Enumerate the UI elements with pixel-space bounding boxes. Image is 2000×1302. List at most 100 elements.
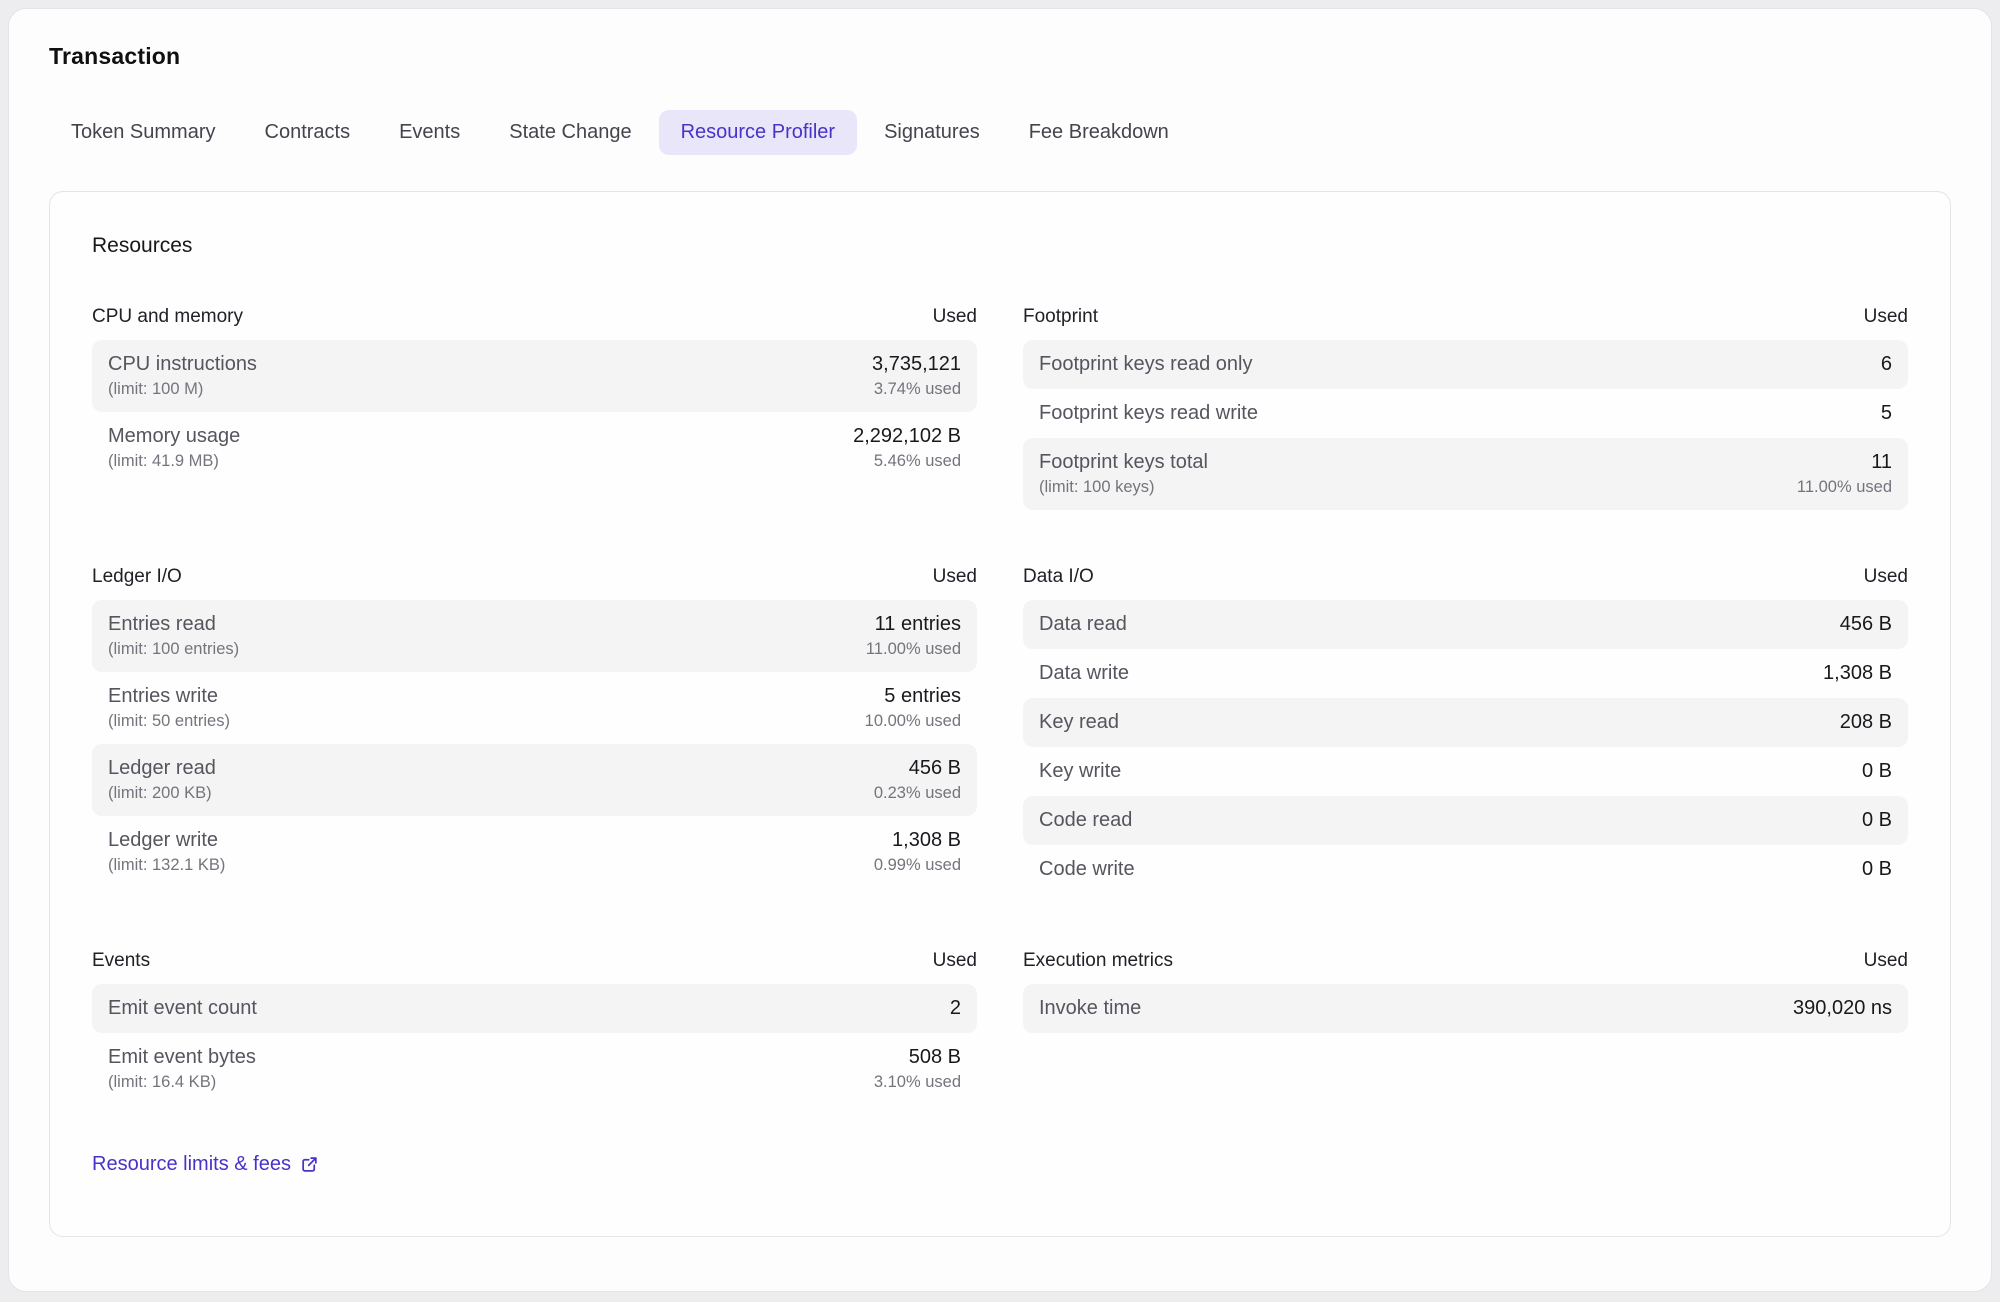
used-column-label: Used <box>933 948 977 974</box>
section-rows: Data read 456 B Data write 1,308 B Key r… <box>1023 600 1908 894</box>
resource-label: Data write <box>1039 660 1129 687</box>
used-column-label: Used <box>1864 564 1908 590</box>
resource-value: 456 B <box>1840 611 1892 638</box>
tab-bar: Token Summary Contracts Events State Cha… <box>49 110 1951 155</box>
table-row: Entries read (limit: 100 entries) 11 ent… <box>92 600 977 672</box>
row-left: Entries write (limit: 50 entries) <box>108 683 230 733</box>
resource-value: 456 B <box>874 755 961 782</box>
row-right: 2,292,102 B 5.46% used <box>853 423 961 473</box>
external-link-icon <box>300 1155 319 1174</box>
resource-label: Key read <box>1039 709 1119 736</box>
row-left: Ledger write (limit: 132.1 KB) <box>108 827 225 877</box>
resource-value: 0 B <box>1862 856 1892 883</box>
resource-label: Invoke time <box>1039 995 1141 1022</box>
resource-label: Entries read <box>108 611 239 638</box>
resources-card: Resources CPU and memory Used CPU instru… <box>49 191 1951 1237</box>
table-row: Footprint keys read write 5 <box>1023 389 1908 438</box>
row-right: 11 11.00% used <box>1797 449 1892 499</box>
table-row: Entries write (limit: 50 entries) 5 entr… <box>92 672 977 744</box>
tab-state-change[interactable]: State Change <box>487 110 653 155</box>
tab-events[interactable]: Events <box>377 110 482 155</box>
section-rows: Emit event count 2 Emit event bytes (lim… <box>92 984 977 1105</box>
resource-label: Footprint keys read only <box>1039 351 1252 378</box>
transaction-panel: Transaction Token Summary Contracts Even… <box>8 8 1992 1292</box>
resource-label: Emit event count <box>108 995 257 1022</box>
resource-limits-fees-link[interactable]: Resource limits & fees <box>92 1153 319 1176</box>
resource-percent-used: 10.00% used <box>865 710 961 733</box>
section-name: Footprint <box>1023 304 1098 330</box>
resource-label: Ledger read <box>108 755 216 782</box>
section-name: Events <box>92 948 150 974</box>
tab-resource-profiler[interactable]: Resource Profiler <box>659 110 858 155</box>
resources-heading: Resources <box>92 234 1908 258</box>
used-column-label: Used <box>933 304 977 330</box>
row-right: 5 entries 10.00% used <box>865 683 961 733</box>
table-row: Data write 1,308 B <box>1023 649 1908 698</box>
table-row: Footprint keys read only 6 <box>1023 340 1908 389</box>
resource-percent-used: 0.99% used <box>874 854 961 877</box>
section-header: Ledger I/O Used <box>92 564 977 590</box>
table-row: Invoke time 390,020 ns <box>1023 984 1908 1033</box>
resource-label: Data read <box>1039 611 1127 638</box>
resource-limits-link-row: Resource limits & fees <box>92 1153 1908 1176</box>
resource-value: 5 entries <box>865 683 961 710</box>
resource-label: Footprint keys read write <box>1039 400 1258 427</box>
table-row: Ledger read (limit: 200 KB) 456 B 0.23% … <box>92 744 977 816</box>
resource-value: 11 entries <box>866 611 961 638</box>
section-name: Ledger I/O <box>92 564 182 590</box>
row-left: Ledger read (limit: 200 KB) <box>108 755 216 805</box>
section-name: Data I/O <box>1023 564 1094 590</box>
resource-limit: (limit: 41.9 MB) <box>108 450 240 473</box>
resource-value: 0 B <box>1862 758 1892 785</box>
resource-label: Emit event bytes <box>108 1044 256 1071</box>
resource-value: 1,308 B <box>874 827 961 854</box>
resource-label: Entries write <box>108 683 230 710</box>
tab-signatures[interactable]: Signatures <box>862 110 1002 155</box>
resource-limit: (limit: 100 M) <box>108 378 257 401</box>
section-ledger-io: Ledger I/O Used Entries read (limit: 100… <box>92 564 977 894</box>
resource-percent-used: 5.46% used <box>853 450 961 473</box>
section-execution-metrics: Execution metrics Used Invoke time 390,0… <box>1023 948 1908 1105</box>
section-header: Data I/O Used <box>1023 564 1908 590</box>
row-left: Memory usage (limit: 41.9 MB) <box>108 423 240 473</box>
resource-value: 390,020 ns <box>1793 995 1892 1022</box>
resource-percent-used: 11.00% used <box>866 638 961 661</box>
resource-label: CPU instructions <box>108 351 257 378</box>
resource-limit: (limit: 100 keys) <box>1039 476 1208 499</box>
resource-value: 6 <box>1881 351 1892 378</box>
tab-fee-breakdown[interactable]: Fee Breakdown <box>1007 110 1191 155</box>
section-rows: Invoke time 390,020 ns <box>1023 984 1908 1033</box>
resources-grid: CPU and memory Used CPU instructions (li… <box>92 304 1908 1105</box>
section-events: Events Used Emit event count 2 Emit even… <box>92 948 977 1105</box>
table-row: Emit event bytes (limit: 16.4 KB) 508 B … <box>92 1033 977 1105</box>
resource-label: Code write <box>1039 856 1135 883</box>
section-header: CPU and memory Used <box>92 304 977 330</box>
row-left: Emit event bytes (limit: 16.4 KB) <box>108 1044 256 1094</box>
table-row: Key read 208 B <box>1023 698 1908 747</box>
resource-percent-used: 11.00% used <box>1797 476 1892 499</box>
tab-token-summary[interactable]: Token Summary <box>49 110 238 155</box>
section-cpu-and-memory: CPU and memory Used CPU instructions (li… <box>92 304 977 510</box>
section-rows: Footprint keys read only 6 Footprint key… <box>1023 340 1908 510</box>
section-header: Events Used <box>92 948 977 974</box>
resource-value: 5 <box>1881 400 1892 427</box>
resource-label: Ledger write <box>108 827 225 854</box>
resource-value: 0 B <box>1862 807 1892 834</box>
resource-label: Memory usage <box>108 423 240 450</box>
resource-value: 508 B <box>874 1044 961 1071</box>
resource-limit: (limit: 132.1 KB) <box>108 854 225 877</box>
table-row: Memory usage (limit: 41.9 MB) 2,292,102 … <box>92 412 977 484</box>
section-header: Footprint Used <box>1023 304 1908 330</box>
row-right: 508 B 3.10% used <box>874 1044 961 1094</box>
table-row: Key write 0 B <box>1023 747 1908 796</box>
table-row: Data read 456 B <box>1023 600 1908 649</box>
tab-contracts[interactable]: Contracts <box>243 110 373 155</box>
resource-limit: (limit: 50 entries) <box>108 710 230 733</box>
row-right: 11 entries 11.00% used <box>866 611 961 661</box>
row-right: 456 B 0.23% used <box>874 755 961 805</box>
resource-label: Footprint keys total <box>1039 449 1208 476</box>
resource-value: 3,735,121 <box>872 351 961 378</box>
resource-value: 11 <box>1797 449 1892 476</box>
resource-percent-used: 0.23% used <box>874 782 961 805</box>
resource-label: Key write <box>1039 758 1121 785</box>
